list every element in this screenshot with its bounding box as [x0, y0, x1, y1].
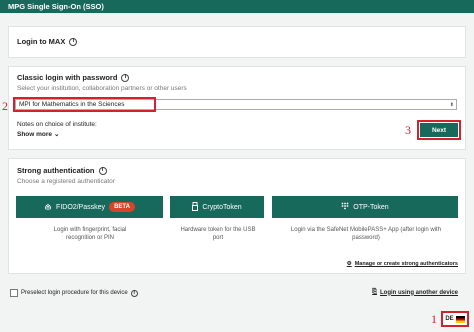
classic-login-subtitle: Select your institution, collaboration p…	[17, 85, 187, 92]
manage-authenticators-label: Manage or create strong authenticators	[354, 261, 458, 267]
select-arrows-icon: ⬍	[449, 102, 454, 108]
annotation-number-2: 2	[2, 99, 8, 113]
other-device-label: Login using another device	[379, 289, 458, 296]
fido2-label: FIDO2/Passkey	[56, 203, 106, 211]
strong-auth-subtitle: Choose a registered authenticator	[17, 178, 115, 185]
annotation-box-2	[13, 97, 156, 112]
keypad-icon	[341, 202, 349, 212]
annotation-number-1: 1	[431, 312, 437, 326]
preselect-label: Preselect login procedure for this devic…	[21, 290, 128, 296]
classic-login-title: Classic login with password	[17, 73, 118, 82]
fido2-passkey-button[interactable]: FIDO2/Passkey BETA	[16, 196, 163, 218]
app-title-bar: MPG Single Sign-On (SSO)	[0, 0, 474, 13]
login-max-title: Login to MAX	[17, 37, 66, 46]
show-more-label: Show more	[17, 130, 53, 138]
cryptotoken-button[interactable]: CryptoToken	[170, 196, 264, 218]
otp-token-description: Login via the SafeNet MobilePASS+ App (a…	[290, 227, 442, 241]
other-device-icon: ⎘	[372, 289, 377, 295]
info-icon[interactable]: i	[98, 166, 107, 175]
cryptotoken-description: Hardware token for the USB port	[180, 227, 256, 241]
preselect-checkbox[interactable]	[10, 289, 18, 297]
strong-auth-title: Strong authentication	[17, 166, 95, 175]
otp-token-label: OTP-Token	[353, 203, 389, 211]
annotation-number-3: 3	[405, 123, 411, 137]
other-device-link[interactable]: ⎘ Login using another device	[372, 289, 458, 296]
info-icon[interactable]: i	[121, 73, 130, 82]
beta-badge: BETA	[109, 202, 135, 212]
fido2-description: Login with fingerprint, facial recogniti…	[53, 227, 127, 241]
cryptotoken-label: CryptoToken	[202, 203, 242, 211]
chevron-down-icon: ⌄	[54, 131, 60, 138]
login-max-card[interactable]: Login to MAX i	[8, 26, 466, 58]
preselect-row: Preselect login procedure for this devic…	[10, 289, 138, 297]
otp-token-button[interactable]: OTP-Token	[272, 196, 458, 218]
gear-icon: ⚙	[346, 261, 352, 267]
usb-token-icon	[192, 201, 199, 213]
show-more-toggle[interactable]: Show more ⌄	[17, 130, 60, 139]
notes-label: Notes on choice of institute:	[17, 121, 97, 128]
annotation-box-3	[417, 120, 461, 140]
annotation-box-1	[441, 311, 469, 327]
manage-authenticators-link[interactable]: ⚙ Manage or create strong authenticators	[347, 261, 458, 267]
info-icon[interactable]: i	[130, 289, 138, 297]
fingerprint-icon	[44, 202, 52, 213]
info-icon[interactable]: i	[69, 37, 78, 46]
app-title: MPG Single Sign-On (SSO)	[8, 2, 104, 11]
